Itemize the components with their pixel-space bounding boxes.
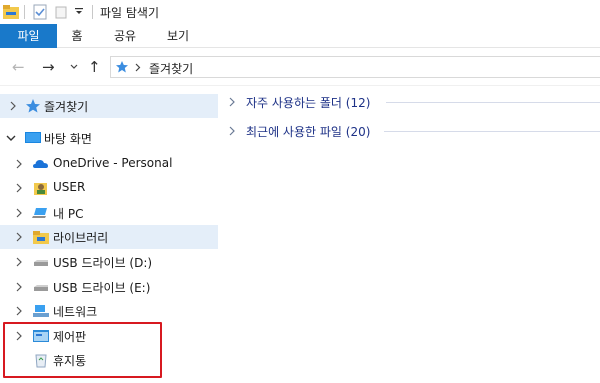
chevron-right-icon[interactable] [14,207,24,219]
tree-item-label: 즐겨찾기 [44,100,89,114]
tree-item-label: 바탕 화면 [44,132,92,146]
tree-item-label: USB 드라이브 (D:) [53,256,153,270]
chevron-right-icon[interactable] [14,281,24,293]
quick-access-dropdown-icon[interactable] [74,8,84,16]
onedrive-cloud-icon [33,160,48,168]
tree-item-network[interactable]: 네트워크 [0,299,218,323]
tree-item-libraries[interactable]: 라이브러리 [0,225,218,249]
ribbon-tabs: 파일 홈 공유 보기 [0,24,600,48]
tree-item-label: 네트워크 [53,305,98,319]
network-icon [33,305,49,317]
chevron-right-icon[interactable] [14,256,24,268]
chevron-right-icon[interactable] [228,125,236,137]
chevron-right-icon[interactable] [14,305,24,317]
tree-item-label: 내 PC [53,207,84,221]
chevron-right-icon[interactable] [14,231,24,243]
up-arrow-icon[interactable]: ↑ [88,58,101,76]
recent-locations-chevron-icon[interactable] [70,64,78,70]
group-header-label: 자주 사용하는 폴더 (12) [246,96,371,110]
back-arrow-icon[interactable]: ← [12,58,25,76]
breadcrumb-chevron-icon[interactable] [135,63,141,72]
tree-item-label: OneDrive - Personal [53,156,173,170]
tree-item-label: USER [53,180,86,194]
group-divider-line [386,102,600,103]
tree-item-label: 라이브러리 [53,231,109,245]
address-bar[interactable]: 즐겨찾기 [110,56,600,78]
star-icon [116,61,128,73]
tab-share[interactable]: 공유 [104,24,146,48]
pc-icon [32,208,47,218]
group-divider-line [384,131,600,132]
annotation-highlight-box [3,322,162,378]
chevron-right-icon[interactable] [228,96,236,108]
usb-drive-icon [34,260,48,266]
group-recent-files[interactable]: 최근에 사용한 파일 (20) [226,119,600,143]
group-header-label: 최근에 사용한 파일 (20) [246,125,371,139]
tree-item-onedrive[interactable]: OneDrive - Personal [0,152,218,176]
tab-file[interactable]: 파일 [0,24,57,48]
chevron-down-icon[interactable] [6,132,16,144]
star-icon [26,99,40,113]
group-frequent-folders[interactable]: 자주 사용하는 폴더 (12) [226,90,600,114]
tree-item-usb-d[interactable]: USB 드라이브 (D:) [0,250,218,274]
forward-arrow-icon[interactable]: → [42,58,55,76]
library-folder-icon [33,231,49,244]
properties-check-icon[interactable] [32,4,48,20]
address-path: 즐겨찾기 [149,62,194,76]
chevron-right-icon[interactable] [8,100,18,112]
chevron-right-icon[interactable] [14,182,24,194]
folder-icon[interactable] [2,4,20,20]
tree-item-this-pc[interactable]: 내 PC [0,201,218,225]
user-folder-icon [34,183,47,195]
separator [92,5,93,19]
desktop-icon [25,132,41,143]
tree-item-user[interactable]: USER [0,176,218,200]
tree-item-usb-e[interactable]: USB 드라이브 (E:) [0,275,218,299]
window-title: 파일 탐색기 [100,6,160,20]
navigation-bar: ← → ↑ 즐겨찾기 [0,48,600,86]
new-folder-icon[interactable] [54,4,68,20]
usb-drive-icon [34,285,48,291]
tree-item-desktop[interactable]: 바탕 화면 [0,126,218,150]
tree-item-label: USB 드라이브 (E:) [53,281,151,295]
tree-item-favorites[interactable]: 즐겨찾기 [0,94,218,118]
tab-view[interactable]: 보기 [158,24,198,48]
title-bar: 파일 탐색기 [0,0,600,24]
chevron-right-icon[interactable] [14,158,24,170]
separator [24,5,25,19]
tab-home[interactable]: 홈 [60,24,94,48]
